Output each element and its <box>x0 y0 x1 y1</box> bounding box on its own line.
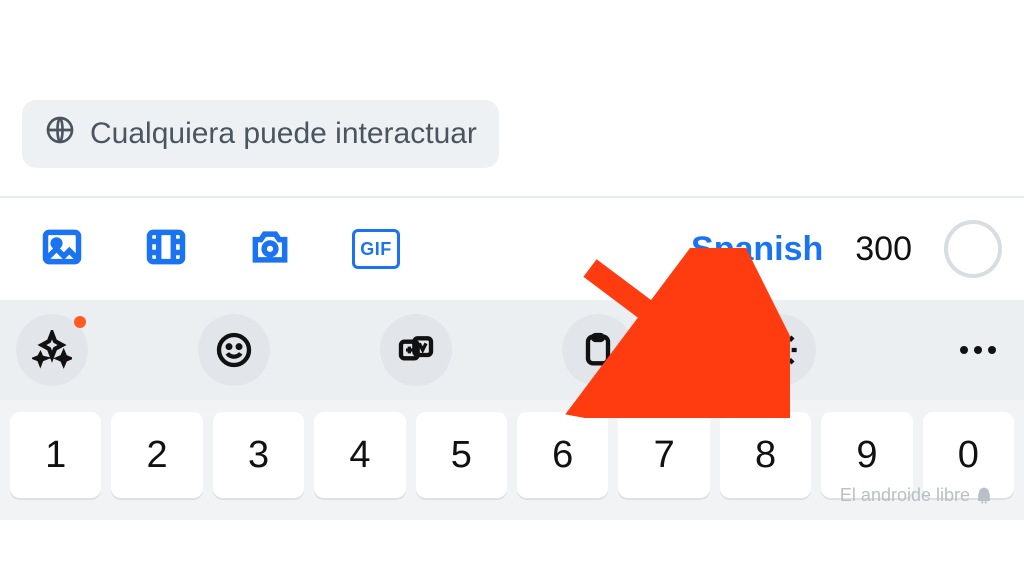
keyboard-suggestion-bar <box>0 300 1024 400</box>
char-count: 300 <box>855 230 912 269</box>
image-icon[interactable] <box>40 225 84 274</box>
gif-button[interactable]: GIF <box>352 229 400 269</box>
gear-icon <box>760 330 800 370</box>
camera-icon[interactable] <box>248 225 292 274</box>
char-progress-ring <box>944 220 1002 278</box>
audience-chip[interactable]: Cualquiera puede interactuar <box>22 100 499 168</box>
key-8[interactable]: 8 <box>720 412 811 498</box>
key-5[interactable]: 5 <box>416 412 507 498</box>
watermark: El androide libre <box>840 485 994 506</box>
key-3[interactable]: 3 <box>213 412 304 498</box>
sparkle-button[interactable] <box>16 314 88 386</box>
more-button[interactable] <box>960 346 996 354</box>
top-spacer <box>0 0 1024 100</box>
audience-label: Cualquiera puede interactuar <box>90 117 477 151</box>
compose-status-group: Spanish 300 <box>691 220 1002 278</box>
language-button[interactable]: Spanish <box>691 230 823 269</box>
emoji-icon <box>214 330 254 370</box>
settings-button[interactable] <box>744 314 816 386</box>
sparkle-icon <box>32 330 72 370</box>
key-4[interactable]: 4 <box>314 412 405 498</box>
key-7[interactable]: 7 <box>618 412 709 498</box>
clipboard-button[interactable] <box>562 314 634 386</box>
translate-button[interactable] <box>380 314 452 386</box>
audience-row: Cualquiera puede interactuar <box>0 100 1024 196</box>
compose-toolbar: GIF Spanish 300 <box>0 198 1024 300</box>
emoji-button[interactable] <box>198 314 270 386</box>
compose-media-group: GIF <box>40 225 400 274</box>
translate-icon <box>396 330 436 370</box>
key-2[interactable]: 2 <box>111 412 202 498</box>
suggestion-buttons <box>16 314 816 386</box>
key-1[interactable]: 1 <box>10 412 101 498</box>
clipboard-icon <box>578 330 618 370</box>
video-icon[interactable] <box>144 225 188 274</box>
globe-icon <box>44 114 76 154</box>
key-6[interactable]: 6 <box>517 412 608 498</box>
new-badge <box>74 316 86 328</box>
